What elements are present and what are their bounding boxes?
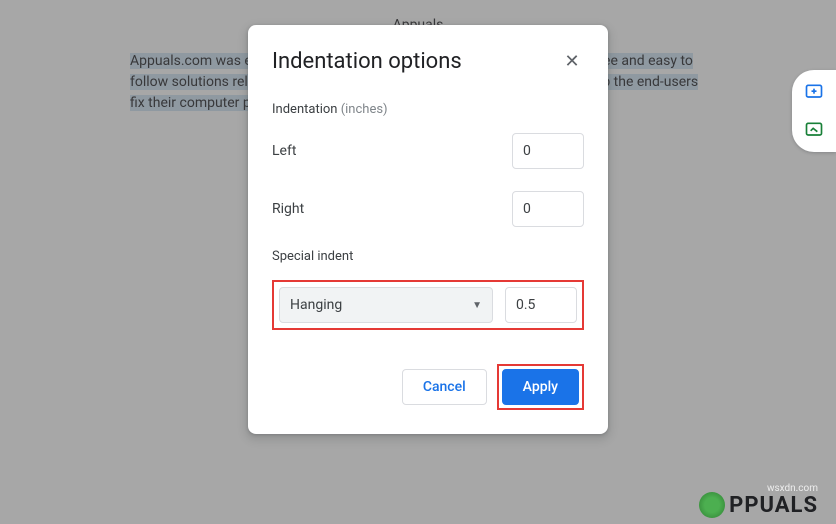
apply-highlight-annotation: Apply [497,364,584,410]
right-label: Right [272,201,304,217]
add-comment-icon[interactable] [800,78,828,106]
suggest-edit-icon[interactable] [800,116,828,144]
dialog-header: Indentation options ✕ [272,49,584,74]
special-indent-input[interactable] [505,287,577,323]
apply-button[interactable]: Apply [502,369,579,405]
brand-watermark: PPUALS [699,492,818,518]
dialog-footer: Cancel Apply [272,364,584,410]
left-indent-input[interactable] [512,133,584,169]
special-highlight-annotation: Hanging ▼ [272,280,584,330]
appuals-logo-icon [699,492,725,518]
chevron-down-icon: ▼ [472,300,482,311]
watermark-text: PPUALS [729,493,818,518]
indentation-dialog: Indentation options ✕ Indentation (inche… [248,25,608,434]
side-toolbar [792,70,836,152]
special-indent-select[interactable]: Hanging ▼ [279,287,493,323]
right-indent-input[interactable] [512,191,584,227]
left-indent-row: Left [272,133,584,169]
special-indent-section: Special indent Hanging ▼ [272,249,584,330]
cancel-button[interactable]: Cancel [402,369,487,405]
left-label: Left [272,143,296,159]
right-indent-row: Right [272,191,584,227]
close-icon[interactable]: ✕ [560,50,584,74]
special-indent-label: Special indent [272,249,584,264]
dialog-title: Indentation options [272,49,462,74]
special-indent-value: Hanging [290,297,342,313]
indentation-section-label: Indentation (inches) [272,102,584,117]
